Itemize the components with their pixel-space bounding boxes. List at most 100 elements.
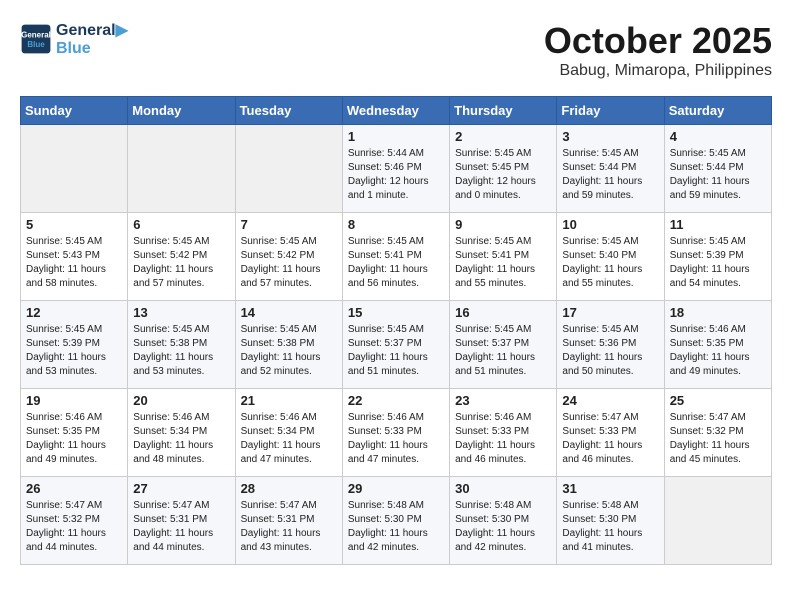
- cell-text-line: Sunrise: 5:45 AM: [562, 147, 658, 161]
- cell-text-line: Sunset: 5:30 PM: [455, 513, 551, 527]
- day-number: 28: [241, 481, 337, 496]
- calendar-cell: 14Sunrise: 5:45 AMSunset: 5:38 PMDayligh…: [235, 301, 342, 389]
- cell-text-line: Daylight: 11 hours: [26, 263, 122, 277]
- day-header-thursday: Thursday: [450, 97, 557, 125]
- cell-text-line: Daylight: 11 hours: [26, 351, 122, 365]
- day-number: 31: [562, 481, 658, 496]
- cell-text-line: Sunrise: 5:45 AM: [670, 235, 766, 249]
- day-number: 11: [670, 217, 766, 232]
- calendar-week-row: 19 Sunrise: 5:46 AM Sunset: 5:35 PM Dayligh…: [21, 389, 772, 477]
- calendar-header-row: SundayMondayTuesdayWednesdayThursdayFrid…: [21, 97, 772, 125]
- calendar-week-row: 1Sunrise: 5:44 AMSunset: 5:46 PMDaylight…: [21, 125, 772, 213]
- cell-text-line: Daylight: 11 hours: [26, 527, 122, 541]
- cell-text-line: Daylight: 11 hours: [562, 527, 658, 541]
- svg-text:General: General: [21, 30, 51, 39]
- calendar-cell: 13Sunrise: 5:45 AMSunset: 5:38 PMDayligh…: [128, 301, 235, 389]
- cell-text-line: Sunrise: 5:47 AM: [241, 499, 337, 513]
- logo: General Blue General▶ Blue: [20, 20, 128, 58]
- cell-text-line: Daylight: 11 hours: [455, 351, 551, 365]
- calendar-cell: 5Sunrise: 5:45 AMSunset: 5:43 PMDaylight…: [21, 213, 128, 301]
- cell-text-line: Sunrise: 5:45 AM: [26, 235, 122, 249]
- cell-text-line: Sunset: 5:39 PM: [670, 249, 766, 263]
- cell-text-line: Sunset: 5:33 PM: [455, 425, 551, 439]
- calendar-cell: 1Sunrise: 5:44 AMSunset: 5:46 PMDaylight…: [342, 125, 449, 213]
- day-number: 8: [348, 217, 444, 232]
- cell-text-line: Sunrise: 5:48 AM: [562, 499, 658, 513]
- logo-text: General▶: [56, 20, 128, 40]
- calendar-cell: 26Sunrise: 5:47 AMSunset: 5:32 PMDayligh…: [21, 477, 128, 565]
- cell-text-line: Sunset: 5:32 PM: [670, 425, 766, 439]
- cell-text-line: Sunset: 5:35 PM: [26, 425, 122, 439]
- day-number: 2: [455, 129, 551, 144]
- cell-text-line: Sunset: 5:33 PM: [562, 425, 658, 439]
- cell-text-line: and 55 minutes.: [562, 277, 658, 291]
- calendar-cell: 17Sunrise: 5:45 AMSunset: 5:36 PMDayligh…: [557, 301, 664, 389]
- calendar-cell: 30Sunrise: 5:48 AMSunset: 5:30 PMDayligh…: [450, 477, 557, 565]
- cell-text-line: Sunrise: 5:47 AM: [133, 499, 229, 513]
- cell-text-line: and 47 minutes.: [241, 453, 337, 467]
- cell-text-line: and 53 minutes.: [133, 365, 229, 379]
- calendar-cell: 20Sunrise: 5:46 AMSunset: 5:34 PMDayligh…: [128, 389, 235, 477]
- calendar-table: SundayMondayTuesdayWednesdayThursdayFrid…: [20, 96, 772, 565]
- cell-text-line: and 53 minutes.: [26, 365, 122, 379]
- cell-text-line: Sunset: 5:42 PM: [241, 249, 337, 263]
- cell-text-line: Sunrise: 5:46 AM: [133, 411, 229, 425]
- cell-text-line: Daylight: 11 hours: [455, 527, 551, 541]
- cell-text-line: Daylight: 11 hours: [670, 263, 766, 277]
- calendar-cell: 11 Sunrise: 5:45 AMSunset: 5:39 PMDayligh…: [664, 213, 771, 301]
- day-number: 30: [455, 481, 551, 496]
- day-header-monday: Monday: [128, 97, 235, 125]
- day-number: 5: [26, 217, 122, 232]
- cell-text-line: and 55 minutes.: [455, 277, 551, 291]
- day-number: 19: [26, 393, 122, 408]
- cell-text-line: Sunrise: 5:45 AM: [133, 323, 229, 337]
- day-number: 3: [562, 129, 658, 144]
- cell-text-line: Sunrise: 5:45 AM: [241, 235, 337, 249]
- day-number: 27: [133, 481, 229, 496]
- cell-text-line: Sunset: 5:31 PM: [241, 513, 337, 527]
- cell-text-line: and 41 minutes.: [562, 541, 658, 555]
- cell-text-line: Sunrise: 5:45 AM: [562, 235, 658, 249]
- cell-text-line: Daylight: 11 hours: [133, 351, 229, 365]
- cell-text-line: Sunset: 5:37 PM: [348, 337, 444, 351]
- calendar-cell: 19Sunrise: 5:46 AMSunset: 5:35 PMDayligh…: [21, 389, 128, 477]
- day-header-tuesday: Tuesday: [235, 97, 342, 125]
- calendar-cell: 27Sunrise: 5:47 AMSunset: 5:31 PMDayligh…: [128, 477, 235, 565]
- calendar-cell: 25Sunrise: 5:47 AMSunset: 5:32 PMDayligh…: [664, 389, 771, 477]
- cell-text-line: and 49 minutes.: [26, 453, 122, 467]
- location-subtitle: Babug, Mimaropa, Philippines: [544, 62, 772, 80]
- cell-text-line: Daylight: 12 hours: [455, 175, 551, 189]
- cell-text-line: Sunrise: 5:48 AM: [348, 499, 444, 513]
- calendar-cell: 28Sunrise: 5:47 AMSunset: 5:31 PMDayligh…: [235, 477, 342, 565]
- cell-text-line: Sunrise: 5:47 AM: [670, 411, 766, 425]
- calendar-cell: 22Sunrise: 5:46 AMSunset: 5:33 PMDayligh…: [342, 389, 449, 477]
- day-number: 10: [562, 217, 658, 232]
- calendar-cell: 15Sunrise: 5:45 AMSunset: 5:37 PMDayligh…: [342, 301, 449, 389]
- calendar-cell: 9Sunrise: 5:45 AMSunset: 5:41 PMDaylight…: [450, 213, 557, 301]
- cell-text-line: Daylight: 11 hours: [241, 439, 337, 453]
- calendar-cell: 8Sunrise: 5:45 AMSunset: 5:41 PMDaylight…: [342, 213, 449, 301]
- day-number: 18: [670, 305, 766, 320]
- cell-text-line: Daylight: 11 hours: [455, 439, 551, 453]
- cell-text-line: and 45 minutes.: [670, 453, 766, 467]
- cell-text-line: Sunset: 5:30 PM: [348, 513, 444, 527]
- cell-text-line: Sunrise: 5:44 AM: [348, 147, 444, 161]
- cell-text-line: Sunset: 5:33 PM: [348, 425, 444, 439]
- calendar-cell: [21, 125, 128, 213]
- cell-text-line: Sunset: 5:41 PM: [455, 249, 551, 263]
- day-number: 20: [133, 393, 229, 408]
- cell-text-line: Sunset: 5:38 PM: [133, 337, 229, 351]
- day-number: 23: [455, 393, 551, 408]
- calendar-cell: 29Sunrise: 5:48 AMSunset: 5:30 PMDayligh…: [342, 477, 449, 565]
- cell-text-line: Sunrise: 5:45 AM: [241, 323, 337, 337]
- month-title: October 2025: [544, 20, 772, 62]
- cell-text-line: Sunset: 5:46 PM: [348, 161, 444, 175]
- day-number: 14: [241, 305, 337, 320]
- cell-text-line: and 42 minutes.: [348, 541, 444, 555]
- cell-text-line: Sunset: 5:39 PM: [26, 337, 122, 351]
- day-number: 6: [133, 217, 229, 232]
- cell-text-line: and 58 minutes.: [26, 277, 122, 291]
- calendar-week-row: 12Sunrise: 5:45 AMSunset: 5:39 PMDayligh…: [21, 301, 772, 389]
- calendar-cell: 10Sunrise: 5:45 AMSunset: 5:40 PMDayligh…: [557, 213, 664, 301]
- calendar-cell: 21Sunrise: 5:46 AMSunset: 5:34 PMDayligh…: [235, 389, 342, 477]
